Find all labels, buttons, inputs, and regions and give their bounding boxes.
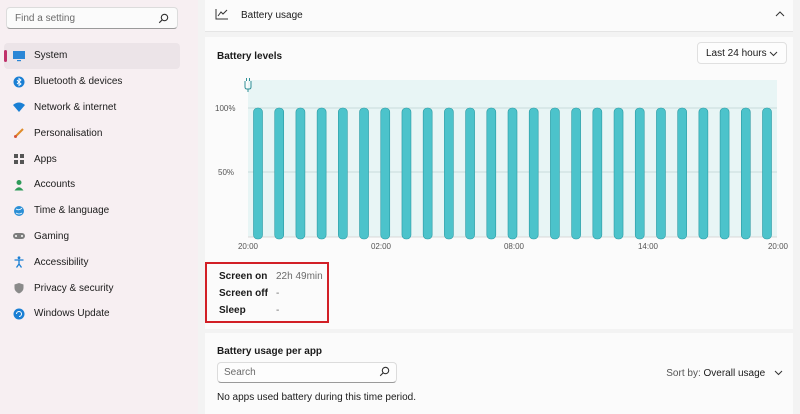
battery-bar xyxy=(740,107,751,240)
battery-bar xyxy=(359,107,369,240)
chevron-up-icon[interactable] xyxy=(775,10,785,21)
battery-usage-per-app-title: Battery usage per app xyxy=(217,346,323,357)
battery-usage-header[interactable]: Battery usage xyxy=(205,0,793,32)
no-apps-message: No apps used battery during this time pe… xyxy=(217,392,416,403)
sleep-value: - xyxy=(276,305,280,316)
chevron-down-icon xyxy=(769,49,778,60)
sidebar-item-label: Time & language xyxy=(34,205,110,217)
battery-bar xyxy=(465,107,475,240)
sort-by-control[interactable]: Sort by: Overall usage xyxy=(666,368,783,379)
screen-on-value: 22h 49min xyxy=(276,271,323,282)
battery-bar xyxy=(401,107,412,240)
main-content: Battery usage 100% 50% 20:00 02:00 08:00 14:0… xyxy=(198,0,800,414)
sidebar-item-label: Bluetooth & devices xyxy=(34,76,123,88)
sidebar-item-apps[interactable]: Apps xyxy=(4,146,180,172)
battery-bar xyxy=(422,107,433,240)
screen-on-row: Screen on 22h 49min xyxy=(219,271,323,282)
sidebar-item-label: Windows Update xyxy=(34,308,110,320)
sidebar-item-label: Accounts xyxy=(34,179,76,191)
screen-off-value: - xyxy=(276,288,280,299)
screen-off-label: Screen off xyxy=(219,288,268,299)
battery-levels-title: Battery levels xyxy=(217,51,283,62)
screen-off-row: Screen off - xyxy=(219,288,279,299)
shield-icon xyxy=(12,281,26,295)
brush-icon xyxy=(12,126,26,140)
app-search-placeholder: Search xyxy=(224,367,256,378)
sleep-row: Sleep - xyxy=(219,305,279,316)
battery-bar xyxy=(762,107,772,240)
battery-bar xyxy=(656,107,666,240)
battery-bar xyxy=(571,107,581,240)
x-tick-label: 02:00 xyxy=(371,242,392,251)
sleep-label: Sleep xyxy=(219,305,246,316)
battery-usage-title: Battery usage xyxy=(241,10,303,21)
battery-bar xyxy=(253,107,263,240)
person-icon xyxy=(12,178,26,192)
battery-bar xyxy=(295,107,306,240)
sidebar-item-label: Network & internet xyxy=(34,101,117,113)
battery-bar xyxy=(507,107,518,240)
x-tick-label: 20:00 xyxy=(238,242,259,251)
battery-bar xyxy=(444,107,454,240)
sidebar-item-label: Accessibility xyxy=(34,256,89,268)
sidebar-item-gaming[interactable]: Gaming xyxy=(4,224,180,250)
battery-usage-per-app-panel: Battery usage per app Search Sort by: Ov… xyxy=(205,333,793,414)
sidebar-item-network[interactable]: Network & internet xyxy=(4,95,180,121)
sidebar-item-label: Personalisation xyxy=(34,127,103,139)
x-tick-label: 08:00 xyxy=(504,242,525,251)
battery-bar xyxy=(613,107,624,240)
sidebar-item-time-language[interactable]: Time & language xyxy=(4,198,180,224)
battery-bar xyxy=(698,107,709,240)
battery-bar xyxy=(592,107,603,240)
sidebar-item-system[interactable]: System xyxy=(4,43,180,69)
app-search-input[interactable]: Search xyxy=(217,362,397,383)
accessibility-icon xyxy=(12,255,26,269)
update-icon xyxy=(12,307,26,321)
controller-icon xyxy=(12,229,26,243)
sidebar-nav: System Bluetooth & devices Network & int… xyxy=(4,43,180,327)
search-icon[interactable] xyxy=(157,12,169,24)
screen-stats-highlight: Screen on 22h 49min Screen off - Sleep - xyxy=(205,262,329,323)
find-setting-placeholder: Find a setting xyxy=(15,12,76,24)
x-tick-label: 20:00 xyxy=(768,242,789,251)
sidebar-item-accessibility[interactable]: Accessibility xyxy=(4,249,180,275)
time-range-value: Last 24 hours xyxy=(706,47,767,59)
sidebar-item-privacy-security[interactable]: Privacy & security xyxy=(4,275,180,301)
apps-icon xyxy=(12,152,26,166)
battery-bar xyxy=(338,107,348,240)
search-icon[interactable] xyxy=(379,366,390,380)
battery-bar xyxy=(677,107,687,240)
battery-bar xyxy=(486,107,497,240)
sidebar-item-windows-update[interactable]: Windows Update xyxy=(4,301,180,327)
line-chart-icon xyxy=(215,8,229,23)
battery-bar xyxy=(528,107,539,240)
time-range-dropdown[interactable]: Last 24 hours xyxy=(697,42,787,64)
bluetooth-icon xyxy=(12,75,26,89)
sidebar: Find a setting System Bluetooth & device… xyxy=(0,0,198,414)
globe-icon xyxy=(12,204,26,218)
battery-bar xyxy=(634,107,645,240)
battery-bar xyxy=(380,107,391,240)
display-icon xyxy=(12,49,26,63)
sidebar-item-personalisation[interactable]: Personalisation xyxy=(4,120,180,146)
y-tick-label: 50% xyxy=(218,168,234,177)
sort-by-label: Sort by: xyxy=(666,368,701,380)
x-tick-label: 14:00 xyxy=(638,242,659,251)
wifi-icon xyxy=(12,100,26,114)
y-tick-label: 100% xyxy=(215,104,235,113)
battery-bar xyxy=(719,107,730,240)
sidebar-item-accounts[interactable]: Accounts xyxy=(4,172,180,198)
chevron-down-icon xyxy=(774,368,783,379)
screen-on-label: Screen on xyxy=(219,271,268,282)
sidebar-item-label: Privacy & security xyxy=(34,282,114,294)
sidebar-item-label: Apps xyxy=(34,153,57,165)
battery-bar xyxy=(316,107,327,240)
battery-bar xyxy=(274,107,285,240)
sort-by-value: Overall usage xyxy=(703,368,766,380)
sidebar-item-bluetooth[interactable]: Bluetooth & devices xyxy=(4,69,180,95)
battery-bar xyxy=(550,107,560,240)
find-setting-input[interactable]: Find a setting xyxy=(6,7,178,29)
sidebar-item-label: System xyxy=(34,50,68,62)
sidebar-item-label: Gaming xyxy=(34,230,70,242)
